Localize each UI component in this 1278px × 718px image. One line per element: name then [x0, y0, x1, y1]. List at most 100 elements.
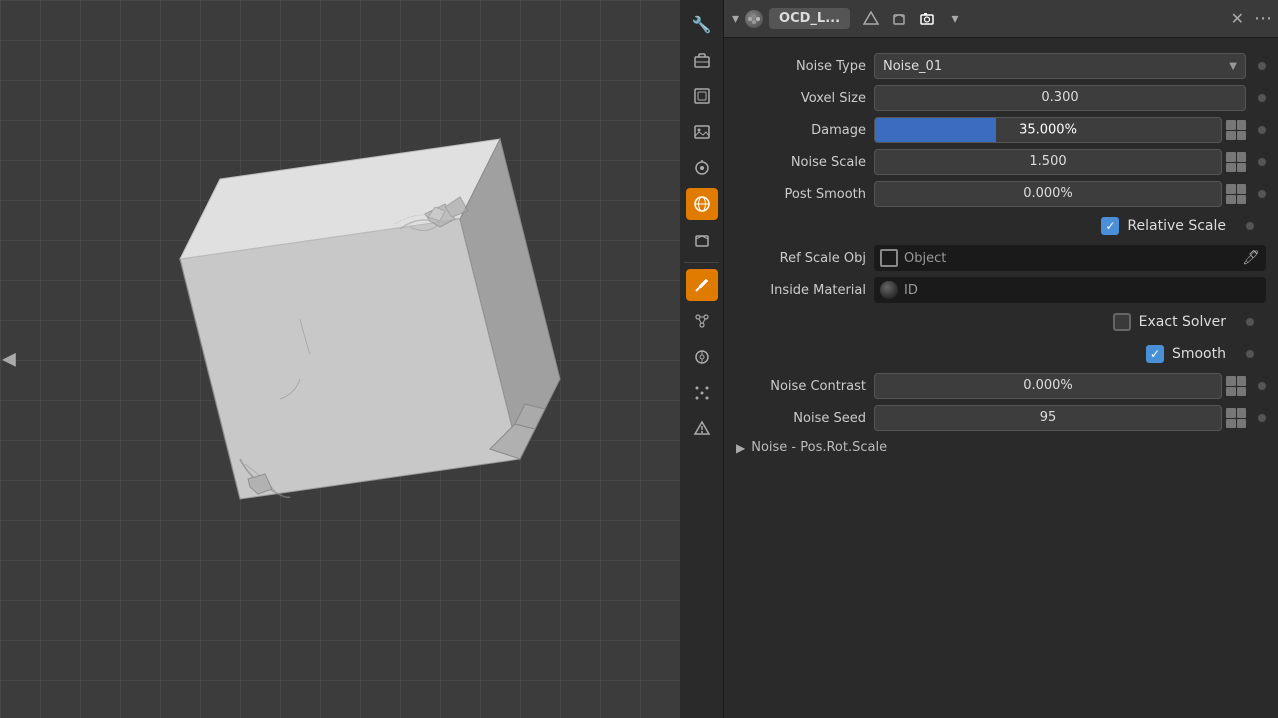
ns-grid-cell-1 — [1226, 152, 1236, 162]
toolbar-strip: 🔧 — [680, 0, 724, 718]
obj-picker-text: Object — [904, 251, 1236, 266]
exact-solver-checkbox[interactable] — [1113, 313, 1131, 331]
section-label: Noise - Pos.Rot.Scale — [751, 440, 887, 455]
toolbar-constraint-icon[interactable] — [686, 341, 718, 373]
smooth-dot — [1246, 350, 1254, 358]
noise-type-dot — [1258, 62, 1266, 70]
voxel-size-row: Voxel Size 0.300 — [724, 82, 1278, 114]
noise-scale-row: Noise Scale 1.500 — [724, 146, 1278, 178]
post-smooth-input[interactable]: 0.000% — [874, 181, 1222, 207]
nc-grid-cell-3 — [1226, 387, 1236, 397]
inside-material-control: ID — [874, 277, 1266, 303]
noise-contrast-label: Noise Contrast — [736, 379, 866, 394]
noise-contrast-control: 0.000% — [874, 373, 1246, 399]
damage-fill — [875, 118, 996, 142]
toolbar-physics-icon[interactable] — [686, 413, 718, 445]
viewport: ◀ — [0, 0, 680, 718]
damage-dot — [1258, 126, 1266, 134]
material-text: ID — [904, 283, 918, 298]
noise-scale-input[interactable]: 1.500 — [874, 149, 1222, 175]
viewport-collapse-arrow[interactable]: ◀ — [0, 345, 18, 374]
toolbar-tool-icon[interactable] — [686, 269, 718, 301]
exact-solver-text: Exact Solver — [1139, 314, 1226, 330]
noise-seed-grid-icon[interactable] — [1226, 408, 1246, 428]
smooth-text: Smooth — [1172, 346, 1226, 362]
ps-grid-cell-4 — [1237, 195, 1247, 205]
relative-scale-dot — [1246, 222, 1254, 230]
noise-pos-section[interactable]: ▶ Noise - Pos.Rot.Scale — [724, 434, 1278, 461]
toolbar-particles-icon[interactable] — [686, 377, 718, 409]
noise-contrast-grid-icon[interactable] — [1226, 376, 1246, 396]
noise-type-control: Noise_01 ▼ — [874, 53, 1246, 79]
toolbar-divider — [684, 262, 718, 263]
ns-grid-cell-3 — [1226, 163, 1236, 173]
toolbar-globe-icon[interactable] — [686, 188, 718, 220]
damage-value: 35.000% — [1019, 123, 1077, 138]
3d-cube — [100, 119, 580, 599]
voxel-size-input[interactable]: 0.300 — [874, 85, 1246, 111]
noise-type-dropdown[interactable]: Noise_01 ▼ — [874, 53, 1246, 79]
noise-scale-dot — [1258, 158, 1266, 166]
panel-header-icons: ▾ — [858, 6, 968, 32]
noise-contrast-dot — [1258, 382, 1266, 390]
seed-grid-cell-2 — [1237, 408, 1247, 418]
eyedropper-icon[interactable]: 🖊 — [1242, 250, 1260, 266]
panel-icon-camera[interactable] — [914, 6, 940, 32]
noise-seed-dot — [1258, 414, 1266, 422]
panel-header: ▾ OCD_L... — [724, 0, 1278, 38]
nc-grid-cell-1 — [1226, 376, 1236, 386]
properties-panel: ▾ OCD_L... — [724, 0, 1278, 718]
toolbar-image-icon[interactable] — [686, 116, 718, 148]
noise-type-row: Noise Type Noise_01 ▼ — [724, 50, 1278, 82]
panel-icon-object[interactable] — [886, 6, 912, 32]
relative-scale-row: ✓ Relative Scale — [724, 210, 1278, 242]
post-smooth-grid-icon[interactable] — [1226, 184, 1246, 204]
damage-grid-icon[interactable] — [1226, 120, 1246, 140]
panel-title[interactable]: OCD_L... — [769, 8, 850, 29]
toolbar-box-icon[interactable] — [686, 224, 718, 256]
panel-more-button[interactable]: ⋯ — [1254, 8, 1270, 29]
noise-seed-control: 95 — [874, 405, 1246, 431]
ref-scale-obj-control: Object 🖊 — [874, 245, 1266, 271]
noise-scale-grid-icon[interactable] — [1226, 152, 1246, 172]
panel-icon-expand[interactable]: ▾ — [942, 6, 968, 32]
noise-seed-input[interactable]: 95 — [874, 405, 1222, 431]
toolbar-paint-icon[interactable] — [686, 152, 718, 184]
noise-scale-label: Noise Scale — [736, 155, 866, 170]
toolbar-briefcase-icon[interactable] — [686, 44, 718, 76]
grid-cell-1 — [1226, 120, 1236, 130]
seed-grid-cell-1 — [1226, 408, 1236, 418]
post-smooth-label: Post Smooth — [736, 187, 866, 202]
material-icon — [880, 281, 898, 299]
panel-collapse-arrow[interactable]: ▾ — [732, 11, 739, 27]
panel-icon-mesh[interactable] — [858, 6, 884, 32]
post-smooth-dot — [1258, 190, 1266, 198]
panel-close-button[interactable]: ✕ — [1227, 7, 1248, 30]
exact-solver-row: Exact Solver — [724, 306, 1278, 338]
ref-scale-obj-picker[interactable]: Object 🖊 — [874, 245, 1266, 271]
obj-picker-icon — [880, 249, 898, 267]
ref-scale-obj-row: Ref Scale Obj Object 🖊 — [724, 242, 1278, 274]
damage-row: Damage 35.000% — [724, 114, 1278, 146]
grid-cell-4 — [1237, 131, 1247, 141]
inside-material-picker[interactable]: ID — [874, 277, 1266, 303]
panel-header-dot — [745, 10, 763, 28]
inside-material-row: Inside Material ID — [724, 274, 1278, 306]
nc-grid-cell-4 — [1237, 387, 1247, 397]
toolbar-nodes-icon[interactable] — [686, 305, 718, 337]
dropdown-arrow-icon: ▼ — [1229, 61, 1237, 72]
noise-type-label: Noise Type — [736, 59, 866, 74]
section-arrow-icon: ▶ — [736, 441, 745, 455]
noise-scale-control: 1.500 — [874, 149, 1246, 175]
exact-solver-dot — [1246, 318, 1254, 326]
smooth-checkbox[interactable]: ✓ — [1146, 345, 1164, 363]
nc-grid-cell-2 — [1237, 376, 1247, 386]
relative-scale-checkbox[interactable]: ✓ — [1101, 217, 1119, 235]
toolbar-wrench-icon[interactable]: 🔧 — [686, 8, 718, 40]
damage-label: Damage — [736, 123, 866, 138]
noise-contrast-input[interactable]: 0.000% — [874, 373, 1222, 399]
toolbar-frame-icon[interactable] — [686, 80, 718, 112]
ref-scale-obj-label: Ref Scale Obj — [736, 251, 866, 266]
damage-control: 35.000% — [874, 117, 1246, 143]
damage-slider[interactable]: 35.000% — [874, 117, 1222, 143]
